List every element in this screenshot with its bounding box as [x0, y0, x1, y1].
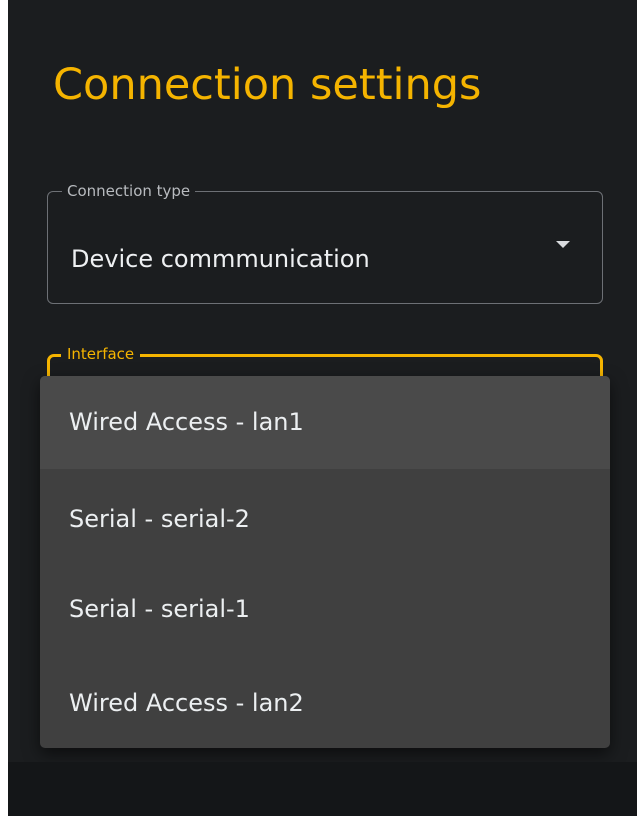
interface-option-serial-1[interactable]: Serial - serial-1 [40, 563, 610, 656]
connection-type-select[interactable]: Connection type Device commmunication [47, 181, 603, 304]
page-title: Connection settings [53, 60, 482, 110]
interface-option-wired-lan2[interactable]: Wired Access - lan2 [40, 657, 610, 748]
connection-settings-panel: Connection settings Connection type Devi… [8, 0, 637, 816]
connection-type-label: Connection type [62, 181, 196, 201]
chevron-down-icon[interactable] [556, 241, 570, 248]
panel-footer [8, 762, 637, 816]
interface-option-wired-lan1[interactable]: Wired Access - lan1 [40, 376, 610, 469]
interface-option-serial-2[interactable]: Serial - serial-2 [40, 473, 610, 566]
connection-type-value: Device commmunication [71, 245, 370, 273]
interface-label: Interface [61, 344, 141, 364]
interface-dropdown-menu: Wired Access - lan1 Serial - serial-2 Se… [40, 376, 610, 748]
